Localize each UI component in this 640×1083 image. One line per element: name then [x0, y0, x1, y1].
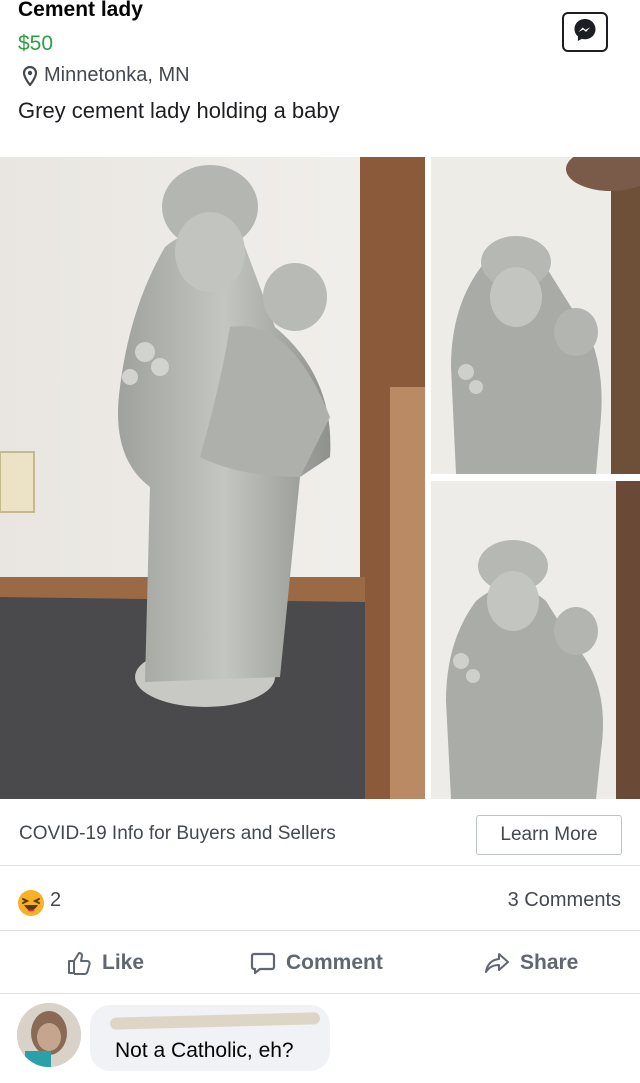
post-stats: 2 3 Comments: [0, 867, 640, 931]
main-photo[interactable]: [0, 157, 425, 799]
listing-header: Cement lady $50 Minnetonka, MN Grey ceme…: [0, 0, 640, 150]
comment-button[interactable]: Comment: [250, 950, 383, 976]
like-label: Like: [102, 951, 145, 974]
messenger-icon: [572, 17, 598, 48]
haha-emoji-icon[interactable]: [17, 889, 45, 917]
thumbnail-photo-2[interactable]: [431, 481, 640, 799]
listing-photos: [0, 157, 640, 799]
learn-more-button[interactable]: Learn More: [476, 815, 622, 855]
avatar[interactable]: [17, 1003, 81, 1067]
listing-price: $50: [18, 32, 54, 55]
location-text: Minnetonka, MN: [44, 64, 190, 86]
comment-text: Not a Catholic, eh?: [115, 1039, 294, 1062]
thumbs-up-icon: [68, 952, 91, 975]
listing-title: Cement lady: [18, 0, 143, 21]
speech-bubble-icon: [250, 952, 276, 975]
share-arrow-icon: [485, 953, 509, 973]
post-actions-bar: Like Comment Share: [0, 932, 640, 994]
covid-banner-text: COVID-19 Info for Buyers and Sellers: [19, 823, 336, 844]
share-button[interactable]: Share: [484, 950, 578, 976]
messenger-button[interactable]: [562, 12, 608, 52]
share-label: Share: [520, 951, 579, 974]
reaction-count[interactable]: 2: [50, 889, 61, 912]
like-button[interactable]: Like: [66, 950, 144, 976]
comment-item: Not a Catholic, eh?: [0, 995, 640, 1083]
map-pin-icon: [22, 65, 38, 87]
thumbnail-photo-1[interactable]: [431, 157, 640, 474]
comment-label: Comment: [286, 951, 383, 974]
covid-banner: COVID-19 Info for Buyers and Sellers Lea…: [0, 800, 640, 866]
comments-count-link[interactable]: 3 Comments: [508, 889, 621, 912]
listing-description: Grey cement lady holding a baby: [18, 98, 340, 123]
listing-location: Minnetonka, MN: [22, 64, 190, 87]
